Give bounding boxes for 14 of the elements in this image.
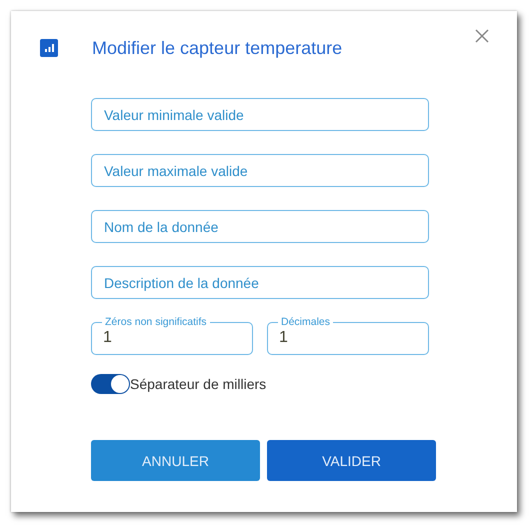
field-label: Décimales [280, 316, 332, 328]
close-icon[interactable] [475, 29, 489, 43]
toggle-label: Séparateur de milliers [130, 376, 266, 392]
chart-icon [40, 39, 58, 57]
input-field[interactable]: Nom de la donnée [91, 210, 429, 243]
number-field[interactable]: Zéros non significatifs 1 [91, 316, 253, 355]
input-field[interactable]: Valeur minimale valide [91, 98, 429, 131]
field-label: Zéros non significatifs [104, 316, 208, 328]
number-field[interactable]: Décimales 1 [267, 316, 429, 355]
toggle-switch[interactable] [91, 374, 130, 394]
input-field[interactable]: Description de la donnée [91, 266, 429, 299]
confirm-button[interactable]: VALIDER [267, 440, 436, 481]
input-field[interactable]: Valeur maximale valide [91, 154, 429, 187]
dialog-title: Modifier le capteur temperature [92, 38, 342, 58]
